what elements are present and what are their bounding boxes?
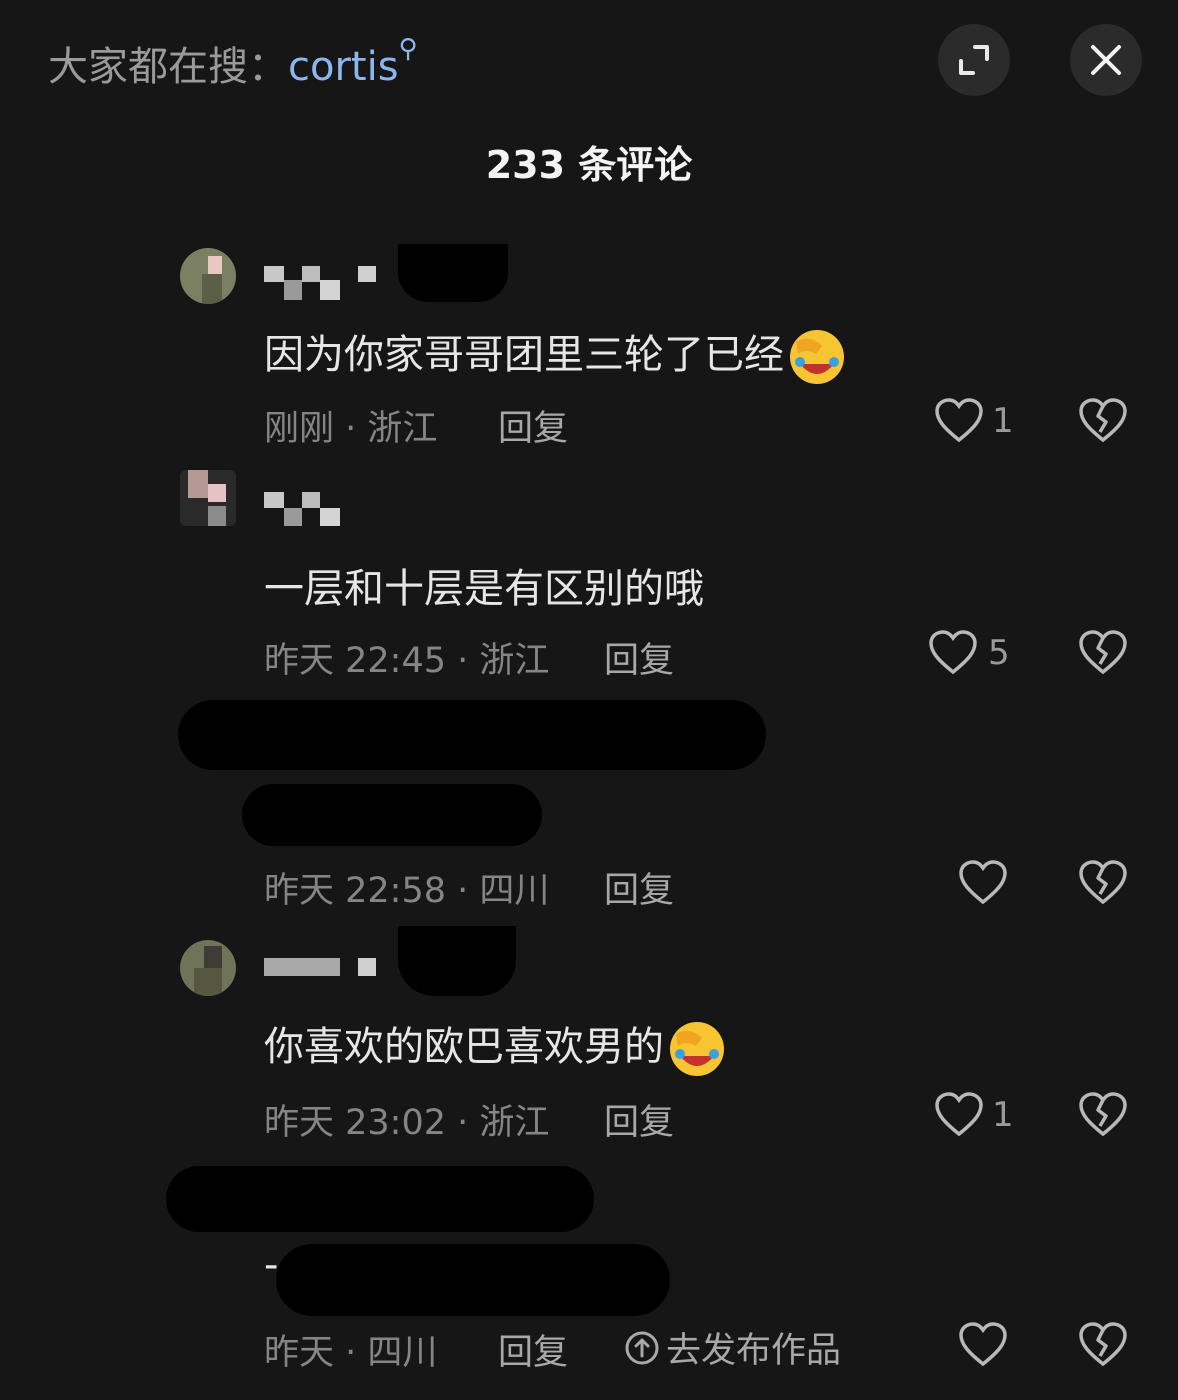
like-button[interactable]: 1 xyxy=(934,398,1014,444)
like-button[interactable]: 5 xyxy=(928,630,1010,676)
redacted-username xyxy=(166,1166,594,1232)
username[interactable] xyxy=(264,956,384,980)
avatar[interactable] xyxy=(180,248,236,304)
comment-time-location: 刚刚 · 浙江 xyxy=(264,409,438,449)
like-button[interactable] xyxy=(958,1322,1008,1372)
redacted-username xyxy=(178,700,766,770)
dislike-button[interactable] xyxy=(1078,860,1128,910)
like-button[interactable] xyxy=(958,860,1008,910)
comment-text: 你喜欢的欧巴喜欢男的 xyxy=(264,1014,726,1078)
heart-icon xyxy=(959,1322,1007,1367)
upload-circle-icon xyxy=(625,1331,659,1364)
face-palm-laughing-emoji xyxy=(790,330,844,384)
search-prefix: 大家都在搜： xyxy=(48,44,288,90)
face-palm-laughing-emoji xyxy=(670,1022,724,1076)
close-button[interactable] xyxy=(1070,24,1142,96)
heart-icon xyxy=(935,1092,983,1137)
like-button[interactable]: 1 xyxy=(934,1092,1014,1138)
broken-heart-icon xyxy=(1079,630,1127,675)
like-count: 1 xyxy=(992,1095,1014,1135)
username[interactable] xyxy=(264,490,344,526)
dislike-button[interactable] xyxy=(1078,630,1128,680)
username[interactable] xyxy=(264,262,376,302)
heart-icon xyxy=(935,398,983,443)
like-count: 5 xyxy=(988,633,1010,673)
dislike-button[interactable] xyxy=(1078,1092,1128,1142)
close-icon xyxy=(1091,45,1121,75)
comment-time-location: 昨天 · 四川 xyxy=(264,1333,438,1373)
redacted-badge xyxy=(398,926,516,996)
broken-heart-icon xyxy=(1079,398,1127,443)
search-suggestion[interactable]: 大家都在搜：cortis⚲ xyxy=(48,34,418,92)
heart-icon xyxy=(929,630,977,675)
avatar[interactable] xyxy=(180,470,236,526)
expand-button[interactable] xyxy=(938,24,1010,96)
redacted-badge xyxy=(398,244,508,302)
like-count: 1 xyxy=(992,401,1014,441)
dislike-button[interactable] xyxy=(1078,1322,1128,1372)
publish-work-button[interactable]: 去发布作品 xyxy=(624,1322,841,1373)
reply-button[interactable]: 回复 xyxy=(604,1094,674,1145)
publish-work-label: 去发布作品 xyxy=(666,1331,842,1371)
broken-heart-icon xyxy=(1079,1092,1127,1137)
expand-icon xyxy=(959,45,989,75)
broken-heart-icon xyxy=(1079,860,1127,905)
heart-icon xyxy=(959,860,1007,905)
comment-time-location: 昨天 22:58 · 四川 xyxy=(264,871,550,911)
comment-text: 因为你家哥哥团里三轮了已经 xyxy=(264,322,846,386)
reply-button[interactable]: 回复 xyxy=(498,1324,568,1375)
redacted-comment-text xyxy=(242,784,542,846)
comments-count-title: 233 条评论 xyxy=(485,143,693,187)
reply-button[interactable]: 回复 xyxy=(498,400,568,451)
dislike-button[interactable] xyxy=(1078,398,1128,448)
reply-button[interactable]: 回复 xyxy=(604,632,674,683)
avatar[interactable] xyxy=(180,940,236,996)
search-icon: ⚲ xyxy=(398,34,418,64)
search-keyword[interactable]: cortis xyxy=(288,44,399,90)
comment-text: 一层和十层是有区别的哦 xyxy=(264,566,704,612)
redacted-comment-text xyxy=(276,1244,670,1316)
comment-time-location: 昨天 22:45 · 浙江 xyxy=(264,641,550,681)
broken-heart-icon xyxy=(1079,1322,1127,1367)
comment-time-location: 昨天 23:02 · 浙江 xyxy=(264,1103,550,1143)
reply-button[interactable]: 回复 xyxy=(604,862,674,913)
